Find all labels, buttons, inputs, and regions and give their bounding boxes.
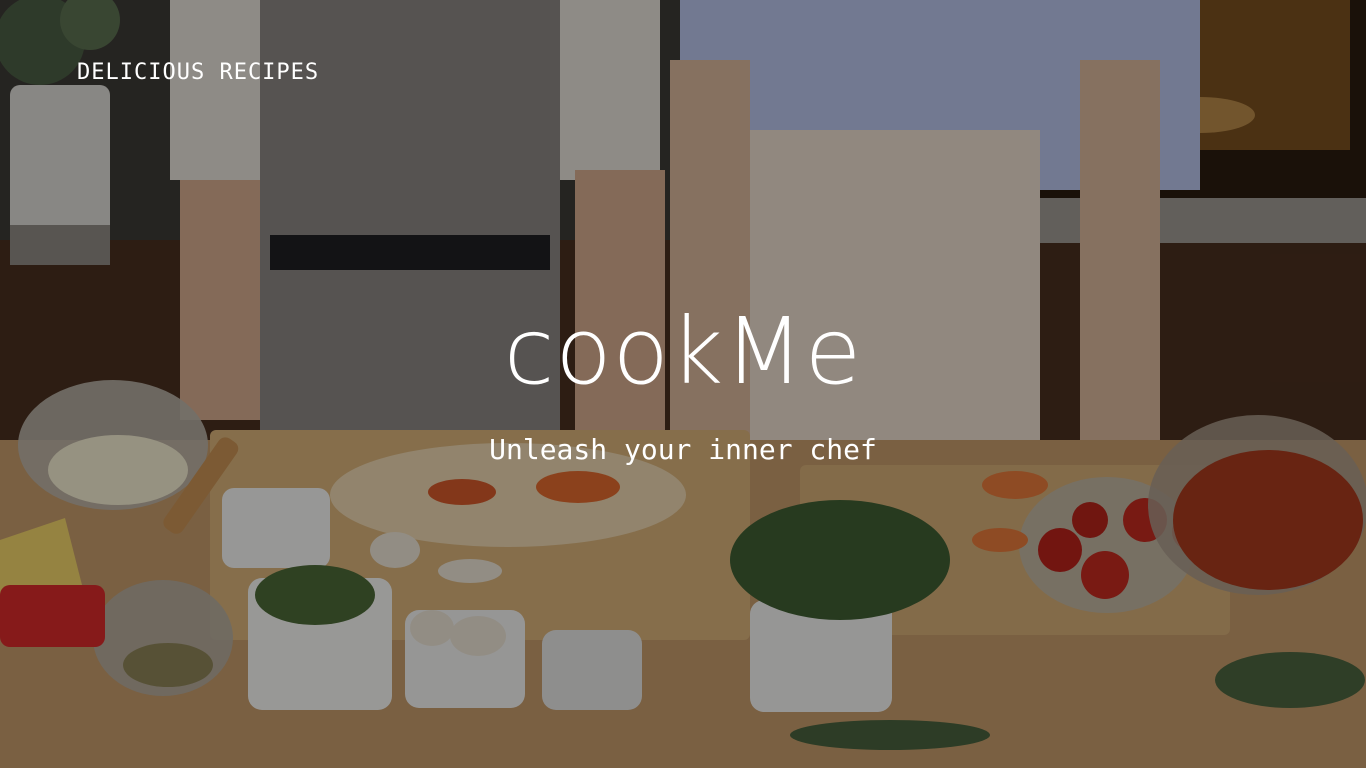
page-title: cookMe — [503, 298, 863, 405]
brand-tagline: DELICIOUS RECIPES — [77, 60, 320, 85]
hero-subtitle: Unleash your inner chef — [489, 433, 877, 466]
hero-section: DELICIOUS RECIPES cookMe Unleash your in… — [0, 0, 1366, 768]
